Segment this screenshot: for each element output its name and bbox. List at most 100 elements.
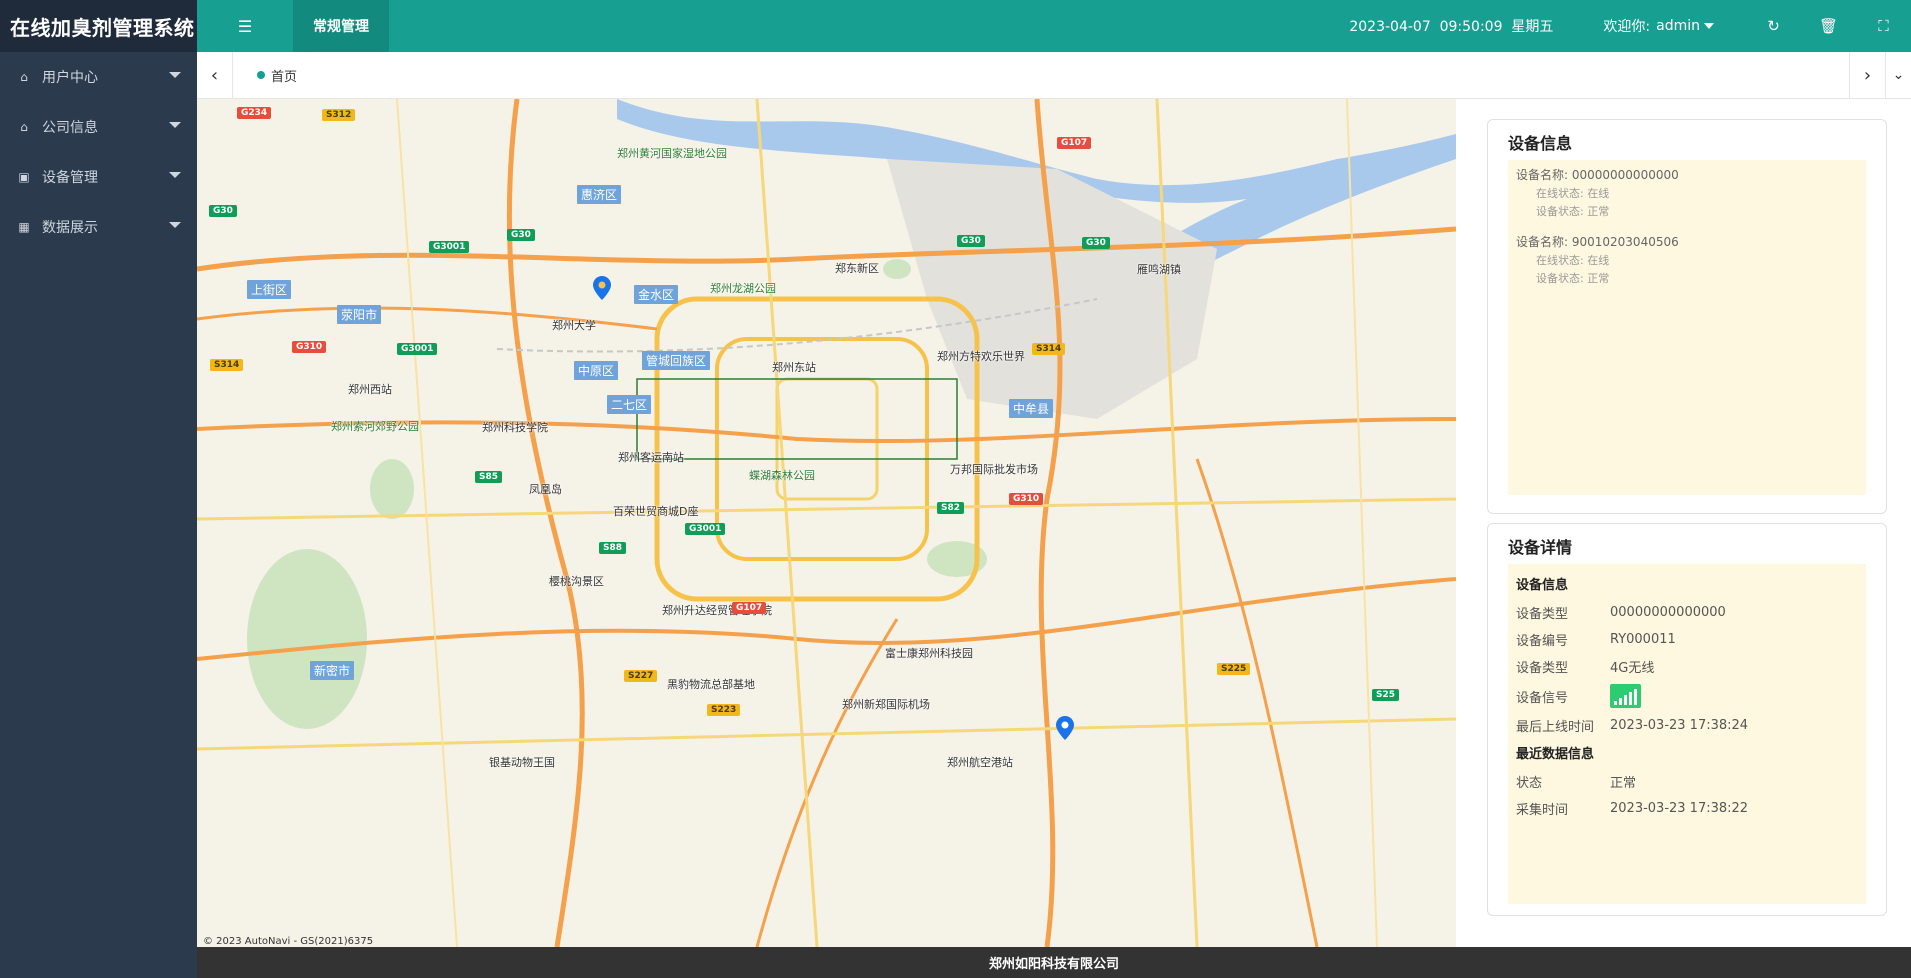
map-label: 郑州科技学院 (482, 421, 548, 434)
device-online-status: 在线状态: 在线 (1536, 187, 1610, 200)
detail-key: 设备信号 (1516, 690, 1569, 706)
map-label: 蝶湖森林公园 (749, 469, 815, 482)
detail-row: 设备信号 (1516, 680, 1858, 712)
detail-row: 设备类型 4G无线 (1516, 653, 1858, 680)
map-label: 上街区 (247, 280, 292, 299)
road-shield: G30 (957, 235, 985, 247)
active-dot-icon (257, 71, 265, 79)
map-label: 樱桃沟景区 (549, 575, 604, 588)
user-menu[interactable]: admin (1656, 18, 1700, 34)
location-pin-icon[interactable] (593, 276, 611, 300)
briefcase-icon: ▣ (18, 170, 30, 184)
app-root: 在线加臭剂管理系统 ⌂ 用户中心 ⌂ 公司信息 ▣ 设备管理 ▦ 数据展示 ☰ … (0, 0, 1911, 978)
map-label: 郑州东站 (772, 361, 816, 374)
map-label: 黑豹物流总部基地 (667, 678, 755, 691)
location-pin-icon[interactable] (1056, 716, 1074, 740)
tab-home[interactable]: 首页 (233, 52, 321, 99)
trash-icon[interactable]: 🗑 (1801, 17, 1856, 35)
device-item[interactable]: 设备名称: 00000000000000 在线状态: 在线 设备状态: 正常 (1516, 166, 1858, 221)
map-label: 中牟县 (1009, 399, 1054, 418)
tab-routine-management[interactable]: 常规管理 (293, 0, 389, 52)
map-attribution: © 2023 AutoNavi - GS(2021)6375 (203, 936, 374, 947)
road-shield: S223 (707, 704, 741, 716)
map-label: 郑州方特欢乐世界 (937, 350, 1025, 363)
detail-value: 4G无线 (1610, 661, 1655, 676)
road-shield: S88 (599, 542, 627, 554)
map-label: 郑州客运南站 (618, 451, 684, 464)
menu-toggle-button[interactable]: ☰ (197, 0, 293, 52)
road-shield: G310 (292, 341, 327, 353)
sidebar-item-user-center[interactable]: ⌂ 用户中心 (0, 52, 197, 102)
road-shield: G30 (209, 205, 237, 217)
road-shield: S82 (937, 502, 965, 514)
sidebar-item-device-management[interactable]: ▣ 设备管理 (0, 152, 197, 202)
map-label: 中原区 (574, 361, 619, 380)
map-view[interactable]: 郑州大学 金水区 管城回族区 中原区 二七区 惠济区 上街区 荥阳市 郑东新区 … (197, 99, 1456, 947)
map-label: 银基动物王国 (489, 756, 555, 769)
detail-value: 正常 (1610, 776, 1637, 791)
detail-key: 设备编号 (1516, 634, 1569, 649)
device-info-panel: 设备信息 设备名称: 00000000000000 在线状态: 在线 设备状态:… (1487, 119, 1887, 514)
tabs-dropdown-button[interactable]: ⌄ (1885, 51, 1911, 99)
device-status: 设备状态: 正常 (1536, 205, 1610, 218)
tabs-scroll-left-button[interactable]: ‹ (197, 51, 233, 99)
calendar-icon: ▦ (18, 220, 30, 234)
map-label: 郑东新区 (835, 262, 879, 275)
detail-row: 采集时间 2023-03-23 17:38:22 (1516, 795, 1858, 822)
sidebar-item-company-info[interactable]: ⌂ 公司信息 (0, 102, 197, 152)
map-label: 惠济区 (577, 185, 622, 204)
section-heading: 最近数据信息 (1516, 747, 1595, 762)
refresh-icon[interactable]: ↻ (1746, 17, 1801, 35)
road-shield: G30 (1082, 237, 1110, 249)
sidebar-item-label: 公司信息 (42, 120, 98, 136)
panel-title: 设备详情 (1508, 538, 1573, 557)
device-list: 设备名称: 00000000000000 在线状态: 在线 设备状态: 正常 设… (1508, 160, 1866, 495)
map-label: 郑州黄河国家湿地公园 (617, 147, 727, 160)
detail-row: 设备编号 RY000011 (1516, 626, 1858, 653)
device-name: 设备名称: 90010203040506 (1516, 235, 1679, 249)
detail-value: 2023-03-23 17:38:24 (1610, 718, 1749, 733)
company-name: 郑州如阳科技有限公司 (988, 957, 1119, 972)
sidebar: 在线加臭剂管理系统 ⌂ 用户中心 ⌂ 公司信息 ▣ 设备管理 ▦ 数据展示 (0, 0, 197, 978)
detail-value: RY000011 (1610, 632, 1676, 647)
road-shield: G3001 (685, 523, 726, 535)
detail-key: 最后上线时间 (1516, 720, 1595, 735)
panel-title: 设备信息 (1508, 134, 1573, 153)
detail-key: 状态 (1516, 776, 1543, 791)
tabs-scroll-right-button[interactable]: › (1849, 51, 1885, 99)
chevron-down-icon (169, 122, 181, 128)
map-label: 管城回族区 (642, 351, 711, 370)
top-bar: ☰ 常规管理 2023-04-07 09:50:09 星期五 欢迎你: admi… (197, 0, 1911, 52)
caret-down-icon[interactable] (1704, 23, 1714, 29)
detail-key: 采集时间 (1516, 803, 1569, 818)
map-label: 金水区 (634, 285, 679, 304)
map-label: 百荣世贸商城D座 (613, 505, 699, 518)
detail-row: 最后上线时间 2023-03-23 17:38:24 (1516, 712, 1858, 739)
map-label: 二七区 (607, 395, 652, 414)
road-shield: G3001 (429, 241, 470, 253)
current-datetime: 2023-04-07 09:50:09 星期五 (1349, 19, 1554, 35)
map-label: 郑州新郑国际机场 (842, 698, 930, 711)
device-name: 设备名称: 00000000000000 (1516, 168, 1679, 182)
detail-key: 设备类型 (1516, 607, 1569, 622)
device-item[interactable]: 设备名称: 90010203040506 在线状态: 在线 设备状态: 正常 (1516, 233, 1858, 288)
detail-key: 设备类型 (1516, 661, 1569, 676)
map-label: 郑州航空港站 (947, 756, 1013, 769)
map-label: 郑州大学 (552, 319, 596, 332)
device-detail-panel: 设备详情 设备信息 设备类型 00000000000000 设备编号 RY000… (1487, 523, 1887, 916)
fullscreen-icon[interactable]: ⛶ (1856, 17, 1911, 35)
road-shield: G234 (237, 107, 272, 119)
section-heading: 设备信息 (1516, 578, 1569, 593)
page-tabs-bar: ‹ 首页 › ⌄ (197, 51, 1911, 99)
road-shield: S85 (475, 471, 503, 483)
road-shield: S25 (1372, 689, 1400, 701)
road-shield: S312 (322, 109, 356, 121)
app-title: 在线加臭剂管理系统 (0, 0, 197, 52)
map-label: 郑州龙湖公园 (710, 282, 776, 295)
sidebar-item-data-display[interactable]: ▦ 数据展示 (0, 202, 197, 252)
sidebar-menu: ⌂ 用户中心 ⌂ 公司信息 ▣ 设备管理 ▦ 数据展示 (0, 52, 197, 252)
map-label: 凤凰岛 (529, 483, 562, 496)
road-shield: S225 (1217, 663, 1251, 675)
device-status: 设备状态: 正常 (1536, 272, 1610, 285)
map-label: 郑州索河郊野公园 (331, 420, 419, 433)
